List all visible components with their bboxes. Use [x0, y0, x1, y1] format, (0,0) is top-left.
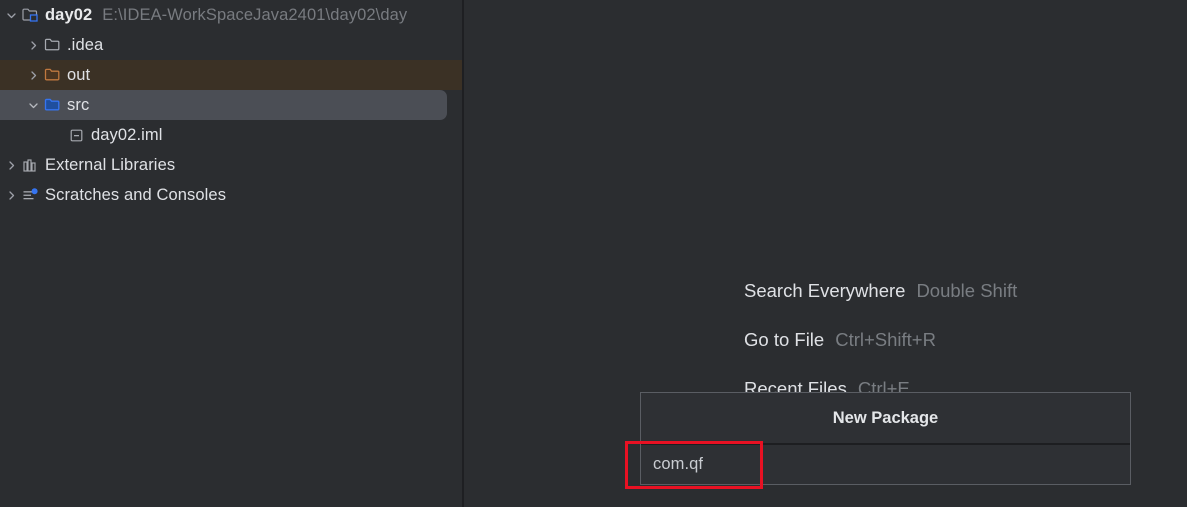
tree-item-label: Scratches and Consoles [45, 185, 227, 204]
folder-grey-icon [42, 30, 62, 60]
package-name-input[interactable] [641, 455, 1073, 474]
project-path-label: E:\IDEA-WorkSpaceJava2401\day02\day [102, 5, 408, 24]
tree-row[interactable]: src [0, 90, 462, 120]
tree-row[interactable]: day02.iml [0, 120, 462, 150]
tree-item-label: day02 [45, 5, 93, 24]
module-folder-icon [20, 0, 40, 30]
tree-row[interactable]: .idea [0, 30, 462, 60]
tree-row[interactable]: Scratches and Consoles [0, 180, 462, 210]
chevron-right-icon[interactable] [24, 60, 42, 90]
hint-row-go-to-file: Go to File Ctrl+Shift+R [744, 315, 1164, 364]
tree-item-label: out [67, 65, 91, 84]
hint-label: Search Everywhere [744, 279, 906, 301]
new-package-input-area [641, 445, 1130, 484]
new-package-dialog: New Package [640, 392, 1131, 485]
folder-excluded-icon [42, 60, 62, 90]
tree-row[interactable]: External Libraries [0, 150, 462, 180]
hint-label: Go to File [744, 328, 825, 350]
chevron-right-icon[interactable] [2, 150, 20, 180]
tree-item-label: day02.iml [91, 125, 163, 144]
hint-shortcut: Ctrl+Shift+R [835, 328, 936, 350]
chevron-right-icon[interactable] [2, 180, 20, 210]
new-package-dialog-title-bar: New Package [641, 393, 1130, 443]
shortcut-hint-list: Search Everywhere Double Shift Go to Fil… [744, 266, 1164, 413]
tree-item-label: src [67, 95, 90, 114]
tree-row[interactable]: day02 E:\IDEA-WorkSpaceJava2401\day02\da… [0, 0, 462, 30]
iml-file-icon [66, 120, 86, 150]
library-icon [20, 150, 40, 180]
chevron-down-icon[interactable] [2, 0, 20, 30]
hint-row-search-everywhere: Search Everywhere Double Shift [744, 266, 1164, 315]
folder-source-icon [42, 90, 62, 120]
scratches-icon [20, 180, 40, 210]
chevron-down-icon[interactable] [24, 90, 42, 120]
chevron-right-icon[interactable] [24, 30, 42, 60]
project-tool-window: day02 E:\IDEA-WorkSpaceJava2401\day02\da… [0, 0, 462, 507]
tree-item-label: External Libraries [45, 155, 176, 174]
idea-window: day02 E:\IDEA-WorkSpaceJava2401\day02\da… [0, 0, 1187, 507]
tree-item-label: .idea [67, 35, 104, 54]
hint-shortcut: Double Shift [916, 279, 1018, 301]
tree-row[interactable]: out [0, 60, 462, 90]
new-package-dialog-title: New Package [832, 408, 939, 427]
